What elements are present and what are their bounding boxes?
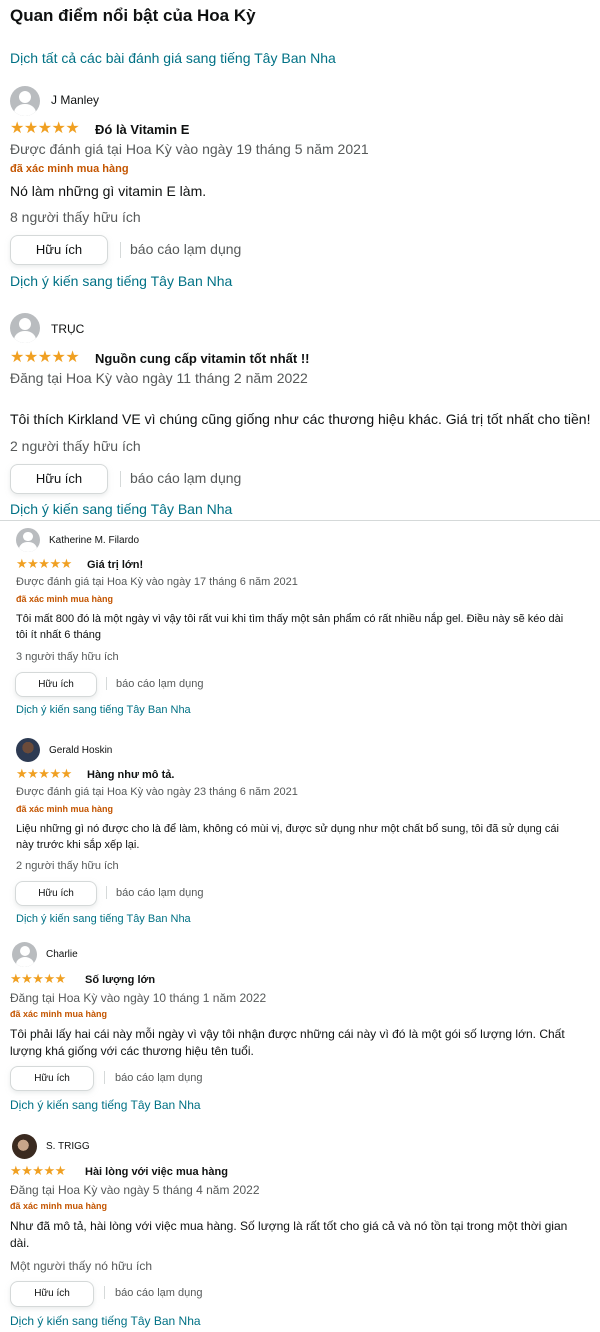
helpful-count: 8 người thấy hữu ích xyxy=(10,209,141,225)
reviewer-name[interactable]: J Manley xyxy=(51,93,99,107)
verified-badge: đã xác minh mua hàng xyxy=(10,1009,108,1019)
reviewer-name[interactable]: Katherine M. Filardo xyxy=(49,535,139,546)
verified-badge: đã xác minh mua hàng xyxy=(16,804,114,814)
verified-badge: đã xác minh mua hàng xyxy=(10,1201,108,1211)
translate-review-link[interactable]: Dịch ý kiến sang tiếng Tây Ban Nha xyxy=(10,1314,201,1328)
helpful-button[interactable]: Hữu ích xyxy=(10,1066,94,1091)
review-card: Gerald Hoskin ★★★★★ Hàng như mô tả. Được… xyxy=(0,738,600,933)
star-rating-icon: ★★★★★ xyxy=(10,971,66,986)
review-title[interactable]: Số lượng lớn xyxy=(85,974,155,986)
review-body: Liệu những gì nó được cho là để làm, khô… xyxy=(16,823,559,851)
divider xyxy=(106,886,107,899)
helpful-count: 2 người thấy hữu ích xyxy=(16,860,119,872)
avatar-generic-icon xyxy=(10,86,40,116)
translate-review-link[interactable]: Dịch ý kiến sang tiếng Tây Ban Nha xyxy=(10,273,232,289)
helpful-button[interactable]: Hữu ích xyxy=(10,1281,94,1307)
star-rating-icon: ★★★★★ xyxy=(16,556,72,571)
translate-review-link[interactable]: Dịch ý kiến sang tiếng Tây Ban Nha xyxy=(10,1098,201,1112)
divider xyxy=(104,1286,105,1299)
avatar-generic-icon xyxy=(12,942,37,967)
star-rating-icon: ★★★★★ xyxy=(16,766,72,781)
star-rating-icon: ★★★★★ xyxy=(10,120,80,137)
helpful-button[interactable]: Hữu ích xyxy=(15,881,97,906)
avatar-generic-icon xyxy=(16,528,40,552)
review-title[interactable]: Giá trị lớn! xyxy=(87,559,143,571)
verified-badge: đã xác minh mua hàng xyxy=(16,594,114,604)
helpful-button[interactable]: Hữu ích xyxy=(10,235,108,265)
helpful-button[interactable]: Hữu ích xyxy=(15,672,97,697)
review-date: Được đánh giá tại Hoa Kỳ vào ngày 19 thá… xyxy=(10,141,369,157)
translate-review-link[interactable]: Dịch ý kiến sang tiếng Tây Ban Nha xyxy=(10,501,232,517)
reviewer-name[interactable]: Charlie xyxy=(46,949,78,960)
divider xyxy=(120,242,121,258)
divider xyxy=(104,1071,105,1084)
helpful-button[interactable]: Hữu ích xyxy=(10,464,108,494)
helpful-count: 3 người thấy hữu ích xyxy=(16,651,119,663)
review-body: Như đã mô tả, hài lòng với việc mua hàng… xyxy=(10,1219,568,1250)
review-date: Được đánh giá tại Hoa Kỳ vào ngày 23 thá… xyxy=(16,786,298,798)
report-abuse-link[interactable]: báo cáo lạm dụng xyxy=(115,1072,202,1084)
page-title: Quan điểm nổi bật của Hoa Kỳ xyxy=(10,6,256,25)
star-rating-icon: ★★★★★ xyxy=(10,349,80,366)
reviewer-name[interactable]: TRỤC xyxy=(51,322,84,336)
review-body: Tôi phải lấy hai cái này mỗi ngày vì vậy… xyxy=(10,1027,565,1058)
review-card: S. TRIGG ★★★★★ Hài lòng với việc mua hàn… xyxy=(0,1134,600,1329)
helpful-count: 2 người thấy hữu ích xyxy=(10,438,141,454)
divider xyxy=(106,677,107,690)
review-title[interactable]: Đó là Vitamin E xyxy=(95,122,189,137)
verified-badge: đã xác minh mua hàng xyxy=(10,163,129,175)
report-abuse-link[interactable]: báo cáo lạm dụng xyxy=(115,1287,202,1299)
review-title[interactable]: Hài lòng với việc mua hàng xyxy=(85,1166,228,1178)
review-card: Katherine M. Filardo ★★★★★ Giá trị lớn! … xyxy=(0,528,600,723)
review-title[interactable]: Hàng như mô tả. xyxy=(87,769,174,781)
translate-all-link[interactable]: Dịch tất cả các bài đánh giá sang tiếng … xyxy=(10,50,336,66)
review-body: Nó làm những gì vitamin E làm. xyxy=(10,183,207,199)
report-abuse-link[interactable]: báo cáo lạm dụng xyxy=(116,678,203,690)
reviewer-name[interactable]: S. TRIGG xyxy=(46,1141,90,1152)
review-date: Đăng tại Hoa Kỳ vào ngày 11 tháng 2 năm … xyxy=(10,370,308,386)
review-card: TRỤC ★★★★★ Nguồn cung cấp vitamin tốt nh… xyxy=(0,313,600,518)
translate-review-link[interactable]: Dịch ý kiến sang tiếng Tây Ban Nha xyxy=(16,704,191,716)
helpful-count: Một người thấy nó hữu ích xyxy=(10,1259,153,1273)
review-body: Tôi thích Kirkland VE vì chúng cũng giốn… xyxy=(10,411,591,427)
review-date: Đăng tại Hoa Kỳ vào ngày 5 tháng 4 năm 2… xyxy=(10,1183,260,1197)
avatar-photo xyxy=(12,1134,37,1159)
review-card: Charlie ★★★★★ Số lượng lớn Đăng tại Hoa … xyxy=(0,942,600,1117)
review-date: Được đánh giá tại Hoa Kỳ vào ngày 17 thá… xyxy=(16,576,298,588)
avatar-photo xyxy=(16,738,40,762)
report-abuse-link[interactable]: báo cáo lạm dụng xyxy=(130,241,241,257)
section-divider xyxy=(0,520,600,521)
divider xyxy=(120,471,121,487)
review-date: Đăng tại Hoa Kỳ vào ngày 10 tháng 1 năm … xyxy=(10,991,267,1005)
avatar-generic-icon xyxy=(10,313,40,343)
reviewer-name[interactable]: Gerald Hoskin xyxy=(49,745,112,756)
report-abuse-link[interactable]: báo cáo lạm dụng xyxy=(116,887,203,899)
review-body: Tôi mất 800 đó là một ngày vì vậy tôi rấ… xyxy=(16,613,564,641)
review-title[interactable]: Nguồn cung cấp vitamin tốt nhất !! xyxy=(95,351,310,366)
translate-review-link[interactable]: Dịch ý kiến sang tiếng Tây Ban Nha xyxy=(16,913,191,925)
review-card: J Manley ★★★★★ Đó là Vitamin E Được đánh… xyxy=(0,86,600,296)
report-abuse-link[interactable]: báo cáo lạm dụng xyxy=(130,470,241,486)
star-rating-icon: ★★★★★ xyxy=(10,1163,66,1178)
